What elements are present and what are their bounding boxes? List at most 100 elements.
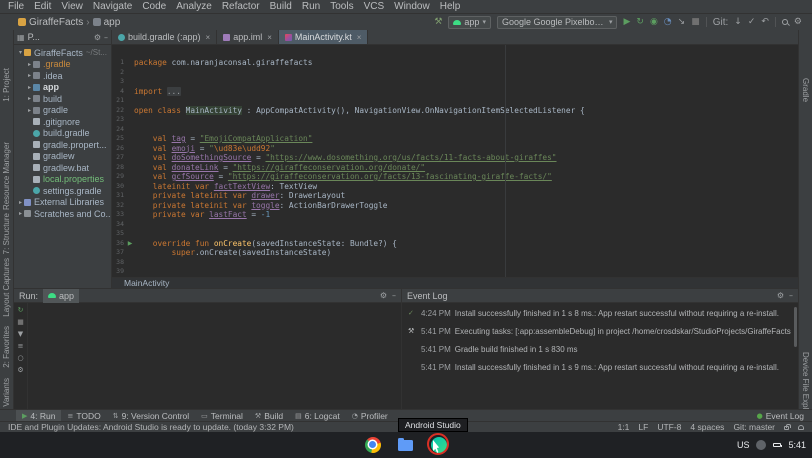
status-utf-8[interactable]: UTF-8 bbox=[657, 422, 681, 432]
code-line[interactable]: 29 val gcfSource = "https://giraffeconse… bbox=[112, 172, 798, 182]
run-button[interactable]: ▶ bbox=[623, 18, 630, 27]
code-line[interactable]: 30 lateinit var factTextView: TextView bbox=[112, 182, 798, 192]
gear-icon[interactable]: ⚙ bbox=[777, 291, 784, 300]
breadcrumb-project[interactable]: GiraffeFacts bbox=[29, 17, 83, 28]
system-tray[interactable]: US 5:41 bbox=[737, 432, 806, 458]
tree-item-local-properties[interactable]: local.properties bbox=[14, 174, 111, 186]
tree-item-gradle[interactable]: ▸gradle bbox=[14, 105, 111, 117]
tree-item-build[interactable]: ▸build bbox=[14, 93, 111, 105]
clock[interactable]: 5:41 bbox=[788, 440, 806, 450]
tool-window-tab-terminal[interactable]: ▭Terminal bbox=[195, 410, 249, 421]
status-lf[interactable]: LF bbox=[638, 422, 648, 432]
menu-analyze[interactable]: Analyze bbox=[171, 1, 217, 12]
line-number[interactable]: 32 bbox=[112, 201, 126, 211]
clear-icon[interactable]: ○ bbox=[17, 355, 23, 362]
expand-arrow-icon[interactable]: ▸ bbox=[26, 84, 33, 91]
code-line[interactable]: 3 bbox=[112, 77, 798, 87]
line-number[interactable]: 22 bbox=[112, 106, 126, 116]
line-number[interactable]: 38 bbox=[112, 258, 126, 268]
tree-item-gitignore[interactable]: .gitignore bbox=[14, 116, 111, 128]
stop-button[interactable]: ■ bbox=[691, 18, 700, 27]
status-1-1[interactable]: 1:1 bbox=[618, 422, 630, 432]
code-line[interactable]: 36▶ override fun onCreate(savedInstanceS… bbox=[112, 239, 798, 249]
tree-item-gradle[interactable]: ▸.gradle bbox=[14, 59, 111, 71]
tool-window-tab-6-logcat[interactable]: ▤6: Logcat bbox=[289, 410, 346, 421]
code-line[interactable]: 1package com.naranjaconsal.giraffefacts bbox=[112, 58, 798, 68]
editor-tab-build-gradle-app[interactable]: build.gradle (:app)× bbox=[112, 30, 217, 44]
hide-panel-icon[interactable]: – bbox=[789, 291, 793, 300]
menu-build[interactable]: Build bbox=[265, 1, 297, 12]
search-everywhere-button[interactable] bbox=[782, 19, 788, 25]
line-number[interactable]: 21 bbox=[112, 96, 126, 106]
attach-debugger-button[interactable]: ↘ bbox=[678, 18, 686, 27]
git-commit-button[interactable]: ✓ bbox=[748, 18, 756, 27]
code-line[interactable]: 25 val tag = "EmojiCompatApplication" bbox=[112, 134, 798, 144]
debug-button[interactable]: ◉ bbox=[650, 18, 658, 27]
code-line[interactable]: 21 bbox=[112, 96, 798, 106]
code-line[interactable]: 22open class MainActivity : AppCompatAct… bbox=[112, 106, 798, 116]
code-line[interactable]: 37 super.onCreate(savedInstanceState) bbox=[112, 248, 798, 258]
menu-code[interactable]: Code bbox=[137, 1, 171, 12]
line-number[interactable]: 37 bbox=[112, 248, 126, 258]
tree-item-giraffefacts[interactable]: ▾GiraffeFacts~/St... bbox=[14, 47, 111, 59]
menu-run[interactable]: Run bbox=[297, 1, 325, 12]
scroll-to-end-icon[interactable]: ▼ bbox=[18, 331, 23, 338]
editor-tab-app-iml[interactable]: app.iml× bbox=[217, 30, 279, 44]
line-number[interactable]: 2 bbox=[112, 68, 126, 78]
line-number[interactable]: 34 bbox=[112, 220, 126, 230]
code-line[interactable]: 23 bbox=[112, 115, 798, 125]
tree-item-scratches-and-co[interactable]: ▸Scratches and Co... bbox=[14, 208, 111, 220]
expand-arrow-icon[interactable]: ▸ bbox=[26, 107, 33, 114]
menu-file[interactable]: File bbox=[3, 1, 29, 12]
menu-navigate[interactable]: Navigate bbox=[88, 1, 137, 12]
tree-item-gradlew-bat[interactable]: gradlew.bat bbox=[14, 162, 111, 174]
code-line[interactable]: 33 private var lastFact = -1 bbox=[112, 210, 798, 220]
close-tab-icon[interactable]: × bbox=[267, 33, 272, 42]
status-message[interactable]: IDE and Plugin Updates: Android Studio i… bbox=[8, 422, 294, 432]
menu-tools[interactable]: Tools bbox=[325, 1, 358, 12]
tree-item-build-gradle[interactable]: build.gradle bbox=[14, 128, 111, 140]
line-number[interactable]: 3 bbox=[112, 77, 126, 87]
line-number[interactable]: 25 bbox=[112, 134, 126, 144]
code-line[interactable]: 24 bbox=[112, 125, 798, 135]
rerun-icon[interactable]: ↻ bbox=[18, 307, 24, 314]
code-line[interactable]: 26 val emoji = "\ud83e\udd92" bbox=[112, 144, 798, 154]
tree-item-app[interactable]: ▸app bbox=[14, 82, 111, 94]
line-number[interactable]: 35 bbox=[112, 229, 126, 239]
expand-arrow-icon[interactable]: ▸ bbox=[26, 95, 33, 102]
taskbar-app-files[interactable] bbox=[398, 437, 415, 454]
tool-button-2-favorites[interactable]: 2: Favorites bbox=[2, 326, 11, 368]
taskbar-app-chrome[interactable] bbox=[365, 437, 382, 454]
expand-arrow-icon[interactable]: ▸ bbox=[26, 61, 33, 68]
close-tab-icon[interactable]: × bbox=[206, 33, 211, 42]
profiler-button[interactable]: ◔ bbox=[664, 18, 672, 27]
tool-button-7-structure[interactable]: 7: Structure bbox=[2, 213, 11, 254]
tool-button-gradle[interactable]: Gradle bbox=[801, 78, 810, 102]
line-number[interactable]: 1 bbox=[112, 58, 126, 68]
menu-vcs[interactable]: VCS bbox=[359, 1, 390, 12]
menu-edit[interactable]: Edit bbox=[29, 1, 56, 12]
code-line[interactable]: 34 bbox=[112, 220, 798, 230]
apply-changes-button[interactable]: ↻ bbox=[636, 18, 644, 27]
tool-window-tab-todo[interactable]: ≡TODO bbox=[61, 410, 106, 421]
breadcrumb-module[interactable]: app bbox=[104, 17, 121, 28]
line-number[interactable]: 24 bbox=[112, 125, 126, 135]
project-panel-title[interactable]: P... bbox=[28, 32, 40, 42]
line-number[interactable]: 39 bbox=[112, 267, 126, 277]
code-line[interactable]: 27 val doSomethingSource = "https://www.… bbox=[112, 153, 798, 163]
tree-item-settings-gradle[interactable]: settings.gradle bbox=[14, 185, 111, 197]
tool-window-tab-profiler[interactable]: ◔Profiler bbox=[346, 410, 394, 421]
notifications-icon[interactable] bbox=[798, 425, 804, 430]
code-line[interactable]: 32 private lateinit var toggle: ActionBa… bbox=[112, 201, 798, 211]
code-line[interactable]: 38 bbox=[112, 258, 798, 268]
editor-tab-mainactivity-kt[interactable]: MainActivity.kt× bbox=[279, 30, 369, 44]
keyboard-layout[interactable]: US bbox=[737, 440, 750, 450]
line-number[interactable]: 29 bbox=[112, 172, 126, 182]
expand-arrow-icon[interactable]: ▸ bbox=[17, 199, 24, 206]
menu-view[interactable]: View bbox=[56, 1, 88, 12]
menu-window[interactable]: Window bbox=[389, 1, 435, 12]
soft-wrap-icon[interactable]: ≡ bbox=[18, 343, 24, 350]
line-number[interactable]: 28 bbox=[112, 163, 126, 173]
gear-icon[interactable]: ⚙ bbox=[94, 33, 101, 42]
breadcrumb-class[interactable]: MainActivity bbox=[124, 278, 169, 288]
